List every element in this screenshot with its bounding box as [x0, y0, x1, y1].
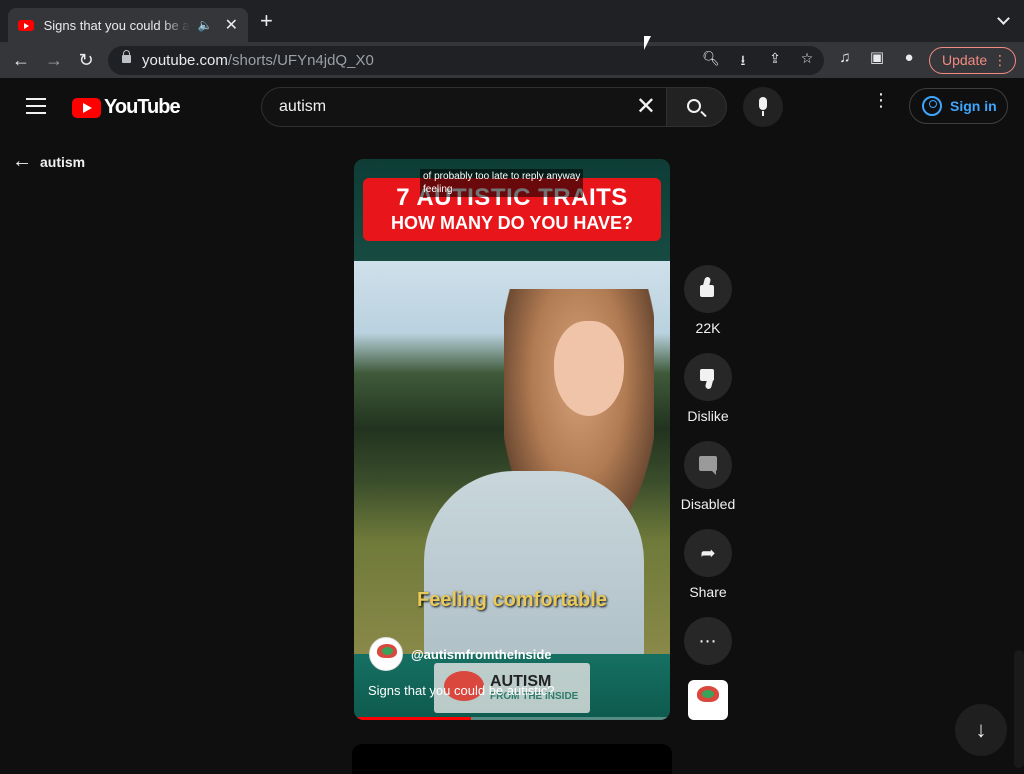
channel-tile[interactable] — [688, 680, 728, 720]
next-short-preview[interactable] — [352, 744, 672, 774]
comment-icon — [684, 441, 732, 489]
settings-kebab-icon[interactable]: ⋮ — [872, 91, 890, 109]
video-subtitle: Feeling comfortable — [416, 589, 608, 611]
install-icon[interactable]: ⭳ — [734, 50, 752, 74]
lock-icon[interactable] — [122, 50, 131, 63]
youtube-masthead: YouTube autism ✕ ⋮ Sign in — [0, 78, 1024, 136]
share-arrow-icon[interactable]: ➦ — [684, 529, 732, 577]
back-label: autism — [40, 153, 86, 170]
search-value: autism — [279, 98, 327, 115]
url-path: /shorts/UFYn4jdQ_X0 — [227, 52, 374, 69]
banner-line-2: HOW MANY DO YOU HAVE? — [390, 213, 633, 233]
voice-search-button[interactable] — [743, 87, 783, 127]
profile-icon[interactable]: ● — [900, 49, 918, 66]
share-icon[interactable]: ⇪ — [766, 50, 784, 74]
new-tab-button[interactable]: + — [260, 10, 273, 32]
sign-in-label: Sign in — [950, 98, 997, 114]
close-tab-icon[interactable]: ✕ — [225, 15, 238, 35]
account-icon — [922, 96, 942, 116]
back-arrow-icon[interactable]: ← — [12, 150, 32, 173]
caption-line-1: of probably too late to reply anyway — [423, 171, 581, 182]
browser-toolbar: ← → ↻ youtube.com/shorts/UFYn4jdQ_X0 🔍︎ … — [0, 42, 1024, 78]
youtube-wordmark: YouTube — [104, 96, 181, 118]
star-icon[interactable]: ☆ — [798, 50, 816, 74]
browser-tab[interactable]: Signs that you could be autistic? 🔈 ✕ — [8, 8, 248, 42]
youtube-favicon-icon — [18, 19, 34, 31]
closed-caption: of probably too late to reply anyway fee… — [420, 169, 584, 197]
url-text[interactable]: youtube.com/shorts/UFYn4jdQ_X0 — [142, 52, 374, 69]
media-icon[interactable]: ♫ — [836, 49, 854, 66]
reload-icon[interactable]: ↻ — [74, 48, 98, 72]
like-icon[interactable] — [684, 265, 732, 313]
update-button[interactable]: Update ⋮ — [929, 47, 1016, 74]
channel-row[interactable]: @autismfromtheInside — [369, 637, 552, 671]
menu-icon[interactable] — [26, 98, 46, 114]
youtube-play-icon — [72, 97, 101, 118]
search-input[interactable]: autism ✕ — [261, 87, 666, 127]
back-arrow-icon[interactable]: ← — [9, 48, 33, 72]
browser-tabstrip: Signs that you could be autistic? 🔈 ✕ + — [0, 0, 1024, 42]
sidepanel-icon[interactable]: ▣ — [868, 48, 886, 66]
back-to-search[interactable]: ← autism — [12, 150, 85, 173]
sign-in-button[interactable]: Sign in — [909, 88, 1008, 124]
forward-arrow-icon[interactable]: → — [42, 48, 66, 72]
tab-title: Signs that you could be autistic? — [43, 17, 190, 33]
shorts-player[interactable]: 7 AUTISTIC TRAITS HOW MANY DO YOU HAVE? … — [354, 159, 670, 720]
url-host: youtube.com — [142, 52, 228, 69]
address-bar[interactable]: youtube.com/shorts/UFYn4jdQ_X0 🔍︎ ⭳ ⇪ ☆ — [108, 46, 824, 75]
comments-action: Disabled — [680, 441, 736, 512]
microphone-icon — [759, 97, 767, 116]
caption-line-2: feeling — [423, 184, 453, 195]
update-label: Update — [942, 52, 988, 68]
dislike-icon[interactable] — [684, 353, 732, 401]
search-icon — [687, 99, 701, 113]
more-horizontal-icon[interactable]: ⋯ — [684, 617, 732, 665]
audio-playing-icon[interactable]: 🔈 — [198, 18, 213, 32]
tab-search-chevron-icon[interactable] — [997, 12, 1010, 25]
short-title[interactable]: Signs that you could be autistic? — [368, 683, 554, 698]
next-video-arrow-icon[interactable]: ↓ — [955, 704, 1007, 756]
dislike-action[interactable]: Dislike — [680, 353, 736, 424]
share-action[interactable]: ➦ Share — [680, 529, 736, 600]
dislike-label: Dislike — [687, 408, 729, 424]
more-actions[interactable]: ⋯ — [680, 617, 736, 665]
channel-avatar[interactable] — [369, 637, 403, 671]
search-button[interactable] — [666, 87, 727, 127]
progress-fill — [354, 717, 471, 720]
video-person-face — [554, 321, 624, 416]
scrollbar[interactable] — [1014, 650, 1024, 768]
mouse-cursor-icon — [644, 36, 651, 50]
zoom-icon[interactable]: 🔍︎ — [702, 50, 720, 74]
like-count: 22K — [695, 320, 721, 336]
channel-name[interactable]: @autismfromtheInside — [411, 647, 552, 662]
progress-bar[interactable] — [354, 717, 670, 720]
kebab-icon[interactable]: ⋮ — [993, 48, 1007, 73]
clear-search-icon[interactable]: ✕ — [636, 94, 656, 120]
like-action[interactable]: 22K — [680, 265, 736, 336]
youtube-logo[interactable]: YouTube — [72, 96, 181, 119]
share-label: Share — [689, 584, 727, 600]
comments-label: Disabled — [680, 496, 736, 512]
